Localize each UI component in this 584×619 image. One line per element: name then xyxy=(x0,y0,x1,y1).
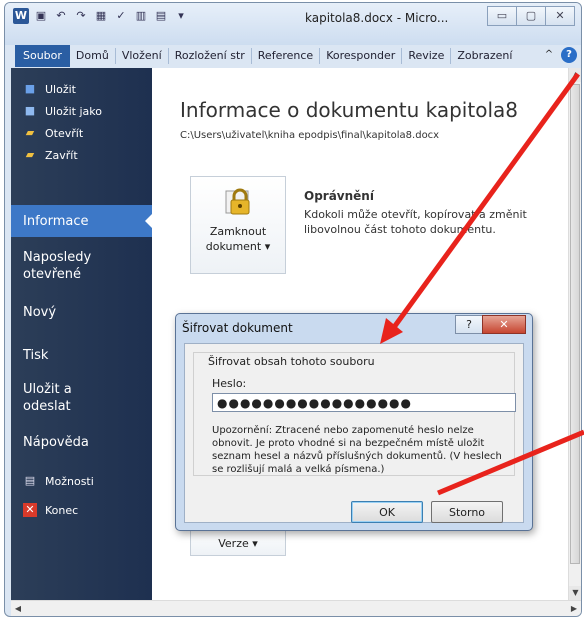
sidebar-item-options[interactable]: ▤ Možnosti xyxy=(11,470,164,492)
dialog-body: Šifrovat obsah tohoto souboru Heslo: ●●●… xyxy=(184,343,524,523)
password-field[interactable]: ●●●●●●●●●●●●●●●●● xyxy=(212,393,516,412)
sidebar-item-save-as[interactable]: ■ Uložit jako xyxy=(11,100,164,122)
sidebar-item-label: Otevřít xyxy=(45,126,84,140)
tab-view[interactable]: Zobrazení xyxy=(450,48,518,64)
page-title: Informace o dokumentu kapitola8 xyxy=(180,98,518,122)
sidebar-item-label: Možnosti xyxy=(45,474,94,488)
help-icon[interactable]: ? xyxy=(561,47,577,63)
sidebar-item-save-send[interactable]: Uložit a odeslat xyxy=(11,381,164,415)
sidebar-item-close[interactable]: ▰ Zavřít xyxy=(11,144,164,166)
dialog-title: Šifrovat dokument xyxy=(182,321,293,335)
quick-access-toolbar: W ▣ ↶ ↷ ▦ ✓ ▥ ▤ ▾ xyxy=(13,8,189,24)
sidebar-item-label: otevřené xyxy=(23,267,82,282)
sidebar-item-label: Zavřít xyxy=(45,148,78,162)
cancel-button[interactable]: Storno xyxy=(431,501,503,523)
tab-insert[interactable]: Vložení xyxy=(114,48,168,64)
dialog-help-button[interactable]: ? xyxy=(455,315,483,334)
folder-icon: ▰ xyxy=(25,148,35,161)
tab-review[interactable]: Revize xyxy=(401,48,450,64)
title-bar: W ▣ ↶ ↷ ▦ ✓ ▥ ▤ ▾ kapitola8.docx - Micro… xyxy=(5,3,581,45)
dialog-close-button[interactable]: ✕ xyxy=(482,315,526,334)
encrypt-dialog: Šifrovat dokument ? ✕ Šifrovat obsah toh… xyxy=(175,313,533,531)
password-warning: Upozornění: Ztracené nebo zapomenuté hes… xyxy=(212,425,502,475)
scroll-left-icon[interactable]: ◀ xyxy=(11,601,25,616)
sidebar-item-label: odeslat xyxy=(23,399,71,414)
word-window: W ▣ ↶ ↷ ▦ ✓ ▥ ▤ ▾ kapitola8.docx - Micro… xyxy=(4,2,582,617)
chart-icon[interactable]: ▥ xyxy=(133,8,149,24)
sidebar-item-new[interactable]: Nový xyxy=(11,304,164,321)
collapse-ribbon-icon[interactable]: ^ xyxy=(541,47,557,63)
protect-label-1: Zamknout xyxy=(209,225,267,238)
window-controls: ▭ ▢ ✕ xyxy=(487,6,575,26)
scroll-right-icon[interactable]: ▶ xyxy=(567,601,581,616)
sidebar-item-label: Uložit xyxy=(45,82,76,96)
horizontal-scrollbar[interactable]: ◀ ▶ xyxy=(11,600,581,616)
group-label: Šifrovat obsah tohoto souboru xyxy=(206,355,377,368)
exit-icon: ✕ xyxy=(23,503,37,517)
sidebar-item-label: Informace xyxy=(23,214,89,229)
ribbon-tabs: Soubor Domů Vložení Rozložení str Refere… xyxy=(5,45,581,67)
maximize-button[interactable]: ▢ xyxy=(516,6,546,26)
table-icon[interactable]: ▦ xyxy=(93,8,109,24)
sidebar-item-info[interactable]: Informace xyxy=(11,205,153,237)
close-window-button[interactable]: ✕ xyxy=(545,6,575,26)
redo-icon[interactable]: ↷ xyxy=(73,8,89,24)
open-folder-icon: ▰ xyxy=(25,126,35,139)
save-as-icon: ■ xyxy=(24,104,36,117)
sidebar-item-help[interactable]: Nápověda xyxy=(11,434,164,451)
customize-qat-icon[interactable]: ▾ xyxy=(173,8,189,24)
undo-icon[interactable]: ↶ xyxy=(53,8,69,24)
lock-icon xyxy=(225,188,250,215)
save-icon[interactable]: ▣ xyxy=(33,8,49,24)
window-title: kapitola8.docx - Micro... xyxy=(305,11,449,25)
permissions-heading: Oprávnění xyxy=(304,189,374,203)
sidebar-item-label: Uložit jako xyxy=(45,104,102,118)
tab-home[interactable]: Domů xyxy=(70,48,115,64)
protect-label-2: dokument ▾ xyxy=(205,240,271,253)
permissions-description: Kdokoli může otevřít, kopírovat a změnit… xyxy=(304,208,527,236)
scroll-up-icon[interactable]: ▲ xyxy=(569,68,581,82)
sidebar-item-print[interactable]: Tisk xyxy=(11,347,164,364)
scroll-down-icon[interactable]: ▼ xyxy=(569,586,581,600)
encrypt-group: Šifrovat obsah tohoto souboru Heslo: ●●●… xyxy=(193,352,516,476)
minimize-button[interactable]: ▭ xyxy=(487,6,517,26)
sidebar-item-label: Naposledy xyxy=(23,250,92,265)
scroll-thumb[interactable] xyxy=(570,84,580,564)
paste-icon[interactable]: ▤ xyxy=(153,8,169,24)
sidebar-item-save[interactable]: ■ Uložit xyxy=(11,78,164,100)
sidebar-item-label: Konec xyxy=(45,503,79,517)
password-label: Heslo: xyxy=(212,377,247,390)
options-icon: ▤ xyxy=(24,474,36,487)
protect-document-button[interactable]: Zamknout dokument ▾ xyxy=(190,176,286,274)
document-path: C:\Users\uživatel\kniha epodpis\final\ka… xyxy=(180,130,440,141)
spelling-icon[interactable]: ✓ xyxy=(113,8,129,24)
backstage-sidebar: ■ Uložit ■ Uložit jako ▰ Otevřít ▰ Zavří… xyxy=(11,68,153,600)
tab-page-layout[interactable]: Rozložení str xyxy=(167,48,251,64)
tab-references[interactable]: Reference xyxy=(250,48,319,64)
sidebar-item-open[interactable]: ▰ Otevřít xyxy=(11,122,164,144)
vertical-scrollbar[interactable]: ▲ ▼ xyxy=(568,68,581,600)
sidebar-item-recent[interactable]: Naposledy otevřené xyxy=(11,249,164,283)
sidebar-item-label: Uložit a xyxy=(23,382,72,397)
tab-mailings[interactable]: Koresponder xyxy=(319,48,401,64)
ok-button[interactable]: OK xyxy=(351,501,423,523)
tab-file[interactable]: Soubor xyxy=(15,45,70,67)
save-icon: ■ xyxy=(24,82,36,95)
sidebar-item-exit[interactable]: ✕ Konec xyxy=(11,499,164,521)
word-app-icon[interactable]: W xyxy=(13,8,29,24)
